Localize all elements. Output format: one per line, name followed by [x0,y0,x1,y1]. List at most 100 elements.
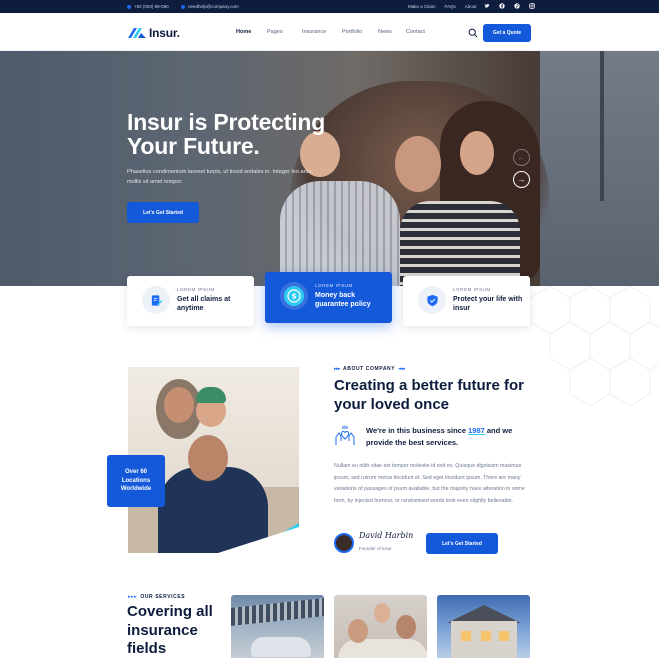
feature-eyebrow: LOREM IPSUM [453,287,491,292]
nav-pages[interactable]: Pages [267,29,302,35]
logo-text: Insur. [149,26,180,40]
about-tagline: ▸▸▸ ABOUT COMPANY ◂◂◂ [334,366,405,372]
feature-eyebrow: LOREM IPSUM [177,287,215,292]
facebook-icon[interactable] [499,3,505,9]
feature-icon-wrap [142,286,170,314]
phone-contact[interactable]: +92 (003) 68-090 [127,4,169,9]
email-icon [181,4,185,9]
faqs-link[interactable]: FAQs [445,4,456,9]
slider-next-button[interactable]: → [513,171,530,188]
feature-icon-wrap: $ [280,282,308,310]
about-cta-button[interactable]: Let's Get Started [426,533,498,554]
top-links: Make a Claim FAQs About [408,4,477,9]
feature-label: Money back guarantee policy [315,292,371,308]
service-car-shape [251,637,311,657]
top-bar: +92 (003) 68-090 needhelp@company.com Ma… [0,0,659,13]
signature-text: David Harbin [359,531,414,540]
about-tag-text: ABOUT COMPANY [343,366,396,372]
service-family-face2 [374,603,390,623]
nav-news[interactable]: News [378,29,406,35]
service-card-family[interactable] [334,595,427,658]
service-family-bodies [338,639,427,658]
money-icon: $ [284,286,304,306]
instagram-icon[interactable] [529,3,535,9]
get-quote-button[interactable]: Get a Quote [483,24,531,42]
feature-card-protect[interactable]: LOREM IPSUM Protect your life with insur [403,276,530,326]
phone-number[interactable]: +92 (003) 68-090 [134,4,169,9]
nav-portfolio[interactable]: Portfolio [342,29,378,35]
hero-window-frame [600,51,604,201]
locations-line1: Over 60 [124,469,148,475]
hero-photo-father-face [395,136,441,192]
arrow-left-icon: ← [517,153,526,162]
pinterest-icon[interactable] [514,3,520,9]
services-title: Covering all insurance fields [127,603,227,658]
about-title-line1: Creating a better future for [334,377,525,394]
brand-logo[interactable]: Insur. [128,26,180,40]
service-house-window [461,631,471,641]
about-title-line2: your loved once [334,396,450,413]
email-address[interactable]: needhelp@company.com [188,4,239,9]
svg-text:$: $ [292,293,297,301]
logo-mark-icon [128,28,146,38]
hero-photo-mother-face [460,131,494,175]
search-icon[interactable] [468,28,478,38]
founder-role: Founder of insur [359,546,392,551]
feature-icon-wrap [418,286,446,314]
business-prefix: We're in this business since [366,426,467,435]
twitter-icon[interactable] [484,3,490,9]
feature-card-moneyback[interactable]: $ LOREM IPSUM Money back guarantee polic… [265,272,392,323]
locations-line2: Locations [121,477,151,484]
hero-photo-child [280,181,400,286]
hero-title: Insur is Protecting Your Future. [127,110,387,158]
nav-insurance[interactable]: Insurance [302,29,342,35]
service-house-window [481,631,491,641]
arrow-right-icon: → [517,175,526,184]
about-photo-baby-hat [196,387,226,403]
service-car-roof [231,598,324,626]
phone-icon [127,4,131,9]
business-year: 1987 [468,426,485,435]
service-card-home[interactable] [437,595,530,658]
tag-dots-right: ◂◂◂ [398,366,405,372]
hero-title-line2: Your Future. [127,133,260,159]
about-photo-father-face [188,435,228,481]
hero-banner: Insur is Protecting Your Future. Phasell… [0,51,659,286]
services-tag-text: OUR SERVICES [140,594,186,600]
make-claim-link[interactable]: Make a Claim [408,4,436,9]
hero-title-line1: Insur is Protecting [127,109,326,135]
about-photo-cutout [218,527,299,553]
tag-dots-left: ▸▸▸ [334,366,341,372]
feature-card-claims[interactable]: LOREM IPSUM Get all claims at anytime [127,276,254,326]
about-link[interactable]: About [465,4,477,9]
services-title-line1: Covering all [127,603,213,620]
business-since: We're in this business since 1987 and we… [334,423,534,451]
hexagon-pattern [530,286,659,407]
service-family-face1 [348,619,368,643]
feature-eyebrow: LOREM IPSUM [315,283,353,288]
document-edit-icon [151,294,163,306]
service-house-window [499,631,509,641]
about-photo-mother-face [164,387,194,423]
locations-line3: Worldwide [120,486,152,492]
hero-cta-button[interactable]: Let's Get Started [127,202,199,223]
nav-home[interactable]: Home [236,29,267,35]
email-contact[interactable]: needhelp@company.com [181,4,239,9]
service-family-face3 [396,615,416,639]
about-body: Nullam eu nibh vitae est tempor molestie… [334,463,525,504]
locations-badge: Over 60 Locations Worldwide [107,455,165,507]
hero-photo-mother [400,201,520,286]
hero-subtitle: Phasellus condimentum laoreet turpis, ut… [127,169,313,185]
slider-prev-button[interactable]: ← [513,149,530,166]
services-title-line3: fields [127,640,167,657]
nav-contact[interactable]: Contact [406,29,425,35]
founder-avatar [334,533,354,553]
shield-icon [426,294,438,306]
services-title-line2: insurance [127,621,198,639]
feature-label: Get all claims at anytime [177,296,231,312]
care-hands-icon [335,425,355,445]
tag-dots-left: ▸▸▸ [128,594,138,600]
about-title: Creating a better future for your loved … [334,376,544,414]
social-links [484,3,535,9]
service-card-car[interactable] [231,595,324,658]
